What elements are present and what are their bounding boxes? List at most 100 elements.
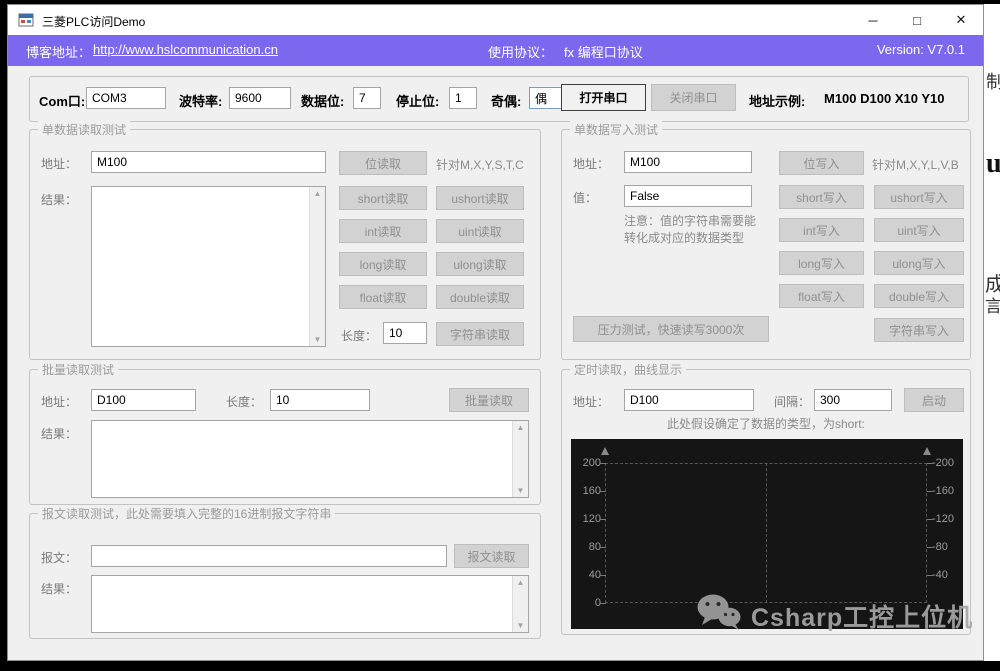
tick-mark bbox=[600, 603, 606, 604]
left-axis-tick: 200 bbox=[582, 457, 601, 469]
timed-address-input[interactable]: D100 bbox=[624, 389, 754, 411]
tick-mark bbox=[927, 547, 933, 548]
ushort-write-button[interactable]: ushort写入 bbox=[874, 185, 964, 209]
single-read-address-input[interactable]: M100 bbox=[91, 151, 326, 173]
tick-mark bbox=[600, 575, 606, 576]
single-read-group-title: 单数据读取测试 bbox=[38, 121, 131, 138]
start-button[interactable]: 启动 bbox=[904, 388, 964, 412]
message-result-label: 结果： bbox=[41, 582, 78, 596]
tick-mark bbox=[927, 575, 933, 576]
single-read-length-input[interactable]: 10 bbox=[383, 322, 427, 344]
blog-link[interactable]: http://www.hslcommunication.cn bbox=[93, 42, 278, 57]
scroll-down-icon[interactable]: ▼ bbox=[314, 335, 322, 344]
baud-rate-input[interactable]: 9600 bbox=[229, 87, 291, 109]
write-note-line2: 转化成对应的数据类型 bbox=[624, 231, 745, 245]
batch-read-group-title: 批量读取测试 bbox=[38, 361, 119, 378]
title-bar[interactable]: 三菱PLC访问Demo ─ □ ✕ bbox=[8, 5, 983, 35]
scroll-down-icon[interactable]: ▼ bbox=[517, 486, 525, 495]
timed-address-label: 地址： bbox=[573, 395, 610, 409]
single-write-group-title: 单数据写入测试 bbox=[570, 121, 663, 138]
double-read-button[interactable]: double读取 bbox=[436, 285, 524, 309]
maximize-button[interactable]: □ bbox=[895, 5, 939, 35]
right-axis-arrow-icon bbox=[923, 447, 931, 455]
batch-length-input[interactable]: 10 bbox=[270, 389, 370, 411]
scroll-up-icon[interactable]: ▲ bbox=[314, 189, 322, 198]
open-serial-button[interactable]: 打开串口 bbox=[561, 84, 646, 111]
single-write-value-label: 值： bbox=[573, 191, 598, 205]
single-write-address-input[interactable]: M100 bbox=[624, 151, 752, 173]
info-banner: 博客地址： http://www.hslcommunication.cn 使用协… bbox=[8, 35, 983, 66]
single-write-value-input[interactable]: False bbox=[624, 185, 752, 207]
message-label: 报文： bbox=[41, 551, 78, 565]
data-bits-label: 数据位: bbox=[301, 94, 345, 109]
parity-selected-value: 偶 bbox=[535, 91, 548, 106]
chart-center-gridline bbox=[766, 463, 767, 603]
close-serial-button[interactable]: 关闭串口 bbox=[651, 84, 736, 111]
single-read-result-box[interactable]: ▲ ▼ bbox=[91, 186, 326, 347]
long-write-button[interactable]: long写入 bbox=[779, 251, 864, 275]
baud-rate-label: 波特率: bbox=[179, 94, 223, 109]
message-read-button[interactable]: 报文读取 bbox=[454, 544, 529, 568]
protocol-label: 使用协议： bbox=[488, 45, 554, 60]
data-bits-input[interactable]: 7 bbox=[353, 87, 381, 109]
ulong-read-button[interactable]: ulong读取 bbox=[436, 252, 524, 276]
left-axis-tick: 120 bbox=[582, 513, 601, 525]
int-write-button[interactable]: int写入 bbox=[779, 218, 864, 242]
blog-label: 博客地址： bbox=[26, 45, 92, 60]
string-read-button[interactable]: 字符串读取 bbox=[436, 322, 524, 346]
short-read-button[interactable]: short读取 bbox=[339, 186, 427, 210]
tick-mark bbox=[600, 491, 606, 492]
scrollbar[interactable]: ▲ ▼ bbox=[512, 576, 528, 632]
edge-left bbox=[0, 0, 7, 671]
minimize-button[interactable]: ─ bbox=[851, 5, 895, 35]
background-text-fragment: u bbox=[986, 148, 1000, 179]
close-button[interactable]: ✕ bbox=[939, 5, 983, 35]
batch-result-label: 结果： bbox=[41, 427, 78, 441]
com-port-input[interactable]: COM3 bbox=[86, 87, 166, 109]
uint-read-button[interactable]: uint读取 bbox=[436, 219, 524, 243]
short-write-button[interactable]: short写入 bbox=[779, 185, 864, 209]
bit-read-hint: 针对M,X,Y,S,T,C bbox=[436, 158, 524, 172]
stop-bits-input[interactable]: 1 bbox=[449, 87, 477, 109]
float-read-button[interactable]: float读取 bbox=[339, 285, 427, 309]
scrollbar[interactable]: ▲ ▼ bbox=[309, 187, 325, 346]
scroll-down-icon[interactable]: ▼ bbox=[517, 621, 525, 630]
ushort-read-button[interactable]: ushort读取 bbox=[436, 186, 524, 210]
address-example-value: M100 D100 X10 Y10 bbox=[824, 91, 945, 106]
scroll-up-icon[interactable]: ▲ bbox=[517, 578, 525, 587]
uint-write-button[interactable]: uint写入 bbox=[874, 218, 964, 242]
message-read-group-title: 报文读取测试，此处需要填入完整的16进制报文字符串 bbox=[38, 505, 336, 522]
int-read-button[interactable]: int读取 bbox=[339, 219, 427, 243]
timed-read-hint: 此处假设确定了数据的类型，为short: bbox=[666, 417, 865, 431]
bit-write-button[interactable]: 位写入 bbox=[779, 151, 864, 175]
tick-mark bbox=[927, 519, 933, 520]
long-read-button[interactable]: long读取 bbox=[339, 252, 427, 276]
timed-interval-input[interactable]: 300 bbox=[814, 389, 892, 411]
float-write-button[interactable]: float写入 bbox=[779, 284, 864, 308]
message-result-box[interactable]: ▲ ▼ bbox=[91, 575, 529, 633]
batch-result-box[interactable]: ▲ ▼ bbox=[91, 420, 529, 498]
watermark: Csharp工控上位机 bbox=[696, 593, 973, 638]
stress-test-button[interactable]: 压力测试，快速读写3000次 bbox=[573, 316, 769, 342]
double-write-button[interactable]: double写入 bbox=[874, 284, 964, 308]
ulong-write-button[interactable]: ulong写入 bbox=[874, 251, 964, 275]
write-note-line1: 注意：值的字符串需要能 bbox=[624, 214, 757, 228]
batch-address-input[interactable]: D100 bbox=[91, 389, 196, 411]
app-icon bbox=[18, 12, 34, 33]
single-read-length-label: 长度： bbox=[341, 329, 378, 343]
app-window: 三菱PLC访问Demo ─ □ ✕ 博客地址： http://www.hslco… bbox=[7, 4, 984, 661]
bit-read-button[interactable]: 位读取 bbox=[339, 151, 427, 175]
left-axis-tick: 160 bbox=[582, 485, 601, 497]
bit-write-hint: 针对M,X,Y,L,V,B bbox=[872, 158, 959, 172]
string-write-button[interactable]: 字符串写入 bbox=[874, 318, 964, 342]
batch-length-label: 长度： bbox=[226, 395, 263, 409]
right-axis-tick: -160 bbox=[932, 485, 955, 497]
background-text-fragment: 言 bbox=[985, 297, 1000, 316]
scrollbar[interactable]: ▲ ▼ bbox=[512, 421, 528, 497]
screenshot-stage: 制 u 成 言 三菱PLC访问Demo ─ □ ✕ 博客地址： http://w… bbox=[0, 0, 1000, 671]
message-input[interactable] bbox=[91, 545, 447, 567]
tick-mark bbox=[927, 463, 933, 464]
scroll-up-icon[interactable]: ▲ bbox=[517, 423, 525, 432]
batch-read-button[interactable]: 批量读取 bbox=[449, 388, 529, 412]
timed-read-group-title: 定时读取，曲线显示 bbox=[570, 361, 687, 378]
